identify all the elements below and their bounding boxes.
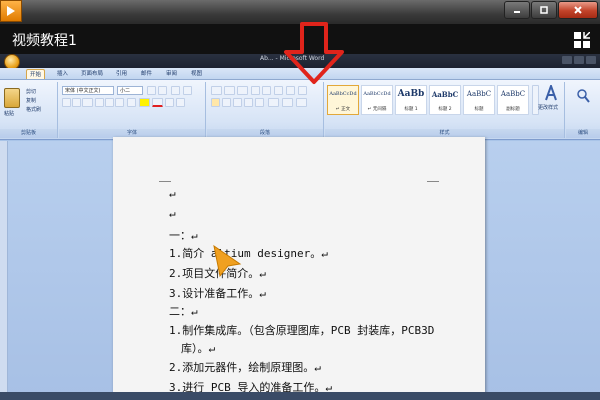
- strikethrough-button[interactable]: [95, 98, 104, 107]
- ribbon: 粘贴 剪切 复制 格式刷 剪贴板 宋体 (中文正文) 小二 字体 段落 AaBb…: [0, 80, 600, 140]
- close-button[interactable]: [558, 1, 598, 19]
- line-spacing-button[interactable]: [268, 98, 279, 107]
- margin-mark-right: [427, 181, 439, 182]
- style-heading-2[interactable]: AaBbC 标题 2: [429, 85, 461, 115]
- mouse-cursor-icon: [213, 244, 242, 278]
- clear-format-button[interactable]: [171, 86, 180, 95]
- screen: 视频教程1 Ab... - Microsoft Word 开始 插入 页面布局 …: [0, 0, 600, 400]
- video-title: 视频教程1: [12, 33, 77, 49]
- maximize-icon: [540, 6, 548, 14]
- doc-line: 3.设计准备工作。↵: [169, 287, 266, 300]
- sort-button[interactable]: [286, 86, 295, 95]
- bullets-button[interactable]: [211, 86, 222, 95]
- borders-button[interactable]: [296, 98, 307, 107]
- editing-group: 编辑: [566, 82, 600, 138]
- styles-group: AaBbCcDd ↵ 正文 AaBbCcDd ↵ 无间隔 AaBb 标题 1 A…: [325, 82, 565, 138]
- bold-button[interactable]: [62, 98, 71, 107]
- tab-mailings[interactable]: 邮件: [138, 69, 155, 79]
- minimize-icon: [514, 11, 520, 13]
- multilevel-list-button[interactable]: [237, 86, 248, 95]
- editing-label: 编辑: [566, 129, 600, 138]
- doc-line: ↵: [169, 207, 176, 220]
- style-no-spacing[interactable]: AaBbCcDd ↵ 无间隔: [361, 85, 393, 115]
- align-center-button[interactable]: [222, 98, 231, 107]
- align-right-button[interactable]: [233, 98, 242, 107]
- char-border-button[interactable]: [176, 98, 185, 107]
- find-icon[interactable]: [576, 88, 590, 106]
- increase-indent-button[interactable]: [262, 86, 271, 95]
- document-page[interactable]: ↵ ↵ 一：↵ 1.简介 altium designer。↵ 2.项目文件简介。…: [113, 137, 485, 397]
- chinese-layout-button[interactable]: [274, 86, 283, 95]
- window-controls: [504, 1, 598, 19]
- paste-label: 粘贴: [4, 111, 15, 117]
- highlight-button[interactable]: [139, 98, 150, 107]
- phonetic-button[interactable]: [183, 86, 192, 95]
- doc-line: 库）。↵: [181, 342, 216, 355]
- word-close-button[interactable]: [586, 56, 596, 64]
- decrease-indent-button[interactable]: [251, 86, 260, 95]
- align-left-button[interactable]: [211, 98, 220, 107]
- doc-line: 1.简介 altium designer。↵: [169, 247, 328, 260]
- underline-button[interactable]: [82, 98, 93, 107]
- minimize-button[interactable]: [504, 1, 530, 19]
- fullscreen-grid-icon[interactable]: [574, 32, 590, 48]
- format-painter-button[interactable]: 格式刷: [26, 106, 41, 113]
- show-marks-button[interactable]: [298, 86, 307, 95]
- word-maximize-button[interactable]: [574, 56, 584, 64]
- font-name-select[interactable]: 宋体 (中文正文): [62, 86, 114, 95]
- doc-line: ↵: [169, 187, 176, 200]
- paste-button[interactable]: [4, 88, 20, 108]
- cut-button[interactable]: 剪切: [26, 88, 36, 95]
- style-heading-1[interactable]: AaBb 标题 1: [395, 85, 427, 115]
- grow-font-button[interactable]: [147, 86, 156, 95]
- player-progress-bar[interactable]: [0, 392, 600, 400]
- superscript-button[interactable]: [115, 98, 124, 107]
- player-titlebar: [0, 0, 600, 24]
- tab-review[interactable]: 审阅: [163, 69, 180, 79]
- paragraph-group: 段落: [207, 82, 324, 138]
- style-subtitle[interactable]: AaBbC 副标题: [497, 85, 529, 115]
- close-icon: [574, 6, 582, 14]
- numbering-button[interactable]: [224, 86, 235, 95]
- app-icon[interactable]: [0, 0, 22, 22]
- subscript-button[interactable]: [105, 98, 114, 107]
- word-window-controls: [562, 56, 596, 64]
- shading-button[interactable]: [282, 98, 293, 107]
- clipboard-group: 粘贴 剪切 复制 格式刷 剪贴板: [0, 82, 58, 138]
- char-shading-button[interactable]: [165, 98, 174, 107]
- clipboard-label: 剪贴板: [0, 129, 57, 138]
- doc-line: 2.添加元器件，绘制原理图。↵: [169, 361, 321, 374]
- style-normal[interactable]: AaBbCcDd ↵ 正文: [327, 85, 359, 115]
- tab-home[interactable]: 开始: [26, 69, 46, 79]
- change-case-button[interactable]: [127, 98, 136, 107]
- tab-insert[interactable]: 插入: [54, 69, 71, 79]
- distributed-button[interactable]: [255, 98, 264, 107]
- change-styles-label: 更改样式: [538, 105, 559, 111]
- change-styles-icon[interactable]: [544, 85, 558, 101]
- tab-references[interactable]: 引用: [113, 69, 130, 79]
- italic-button[interactable]: [72, 98, 81, 107]
- maximize-button[interactable]: [531, 1, 557, 19]
- tab-page-layout[interactable]: 页面布局: [78, 69, 106, 79]
- vertical-ruler: [0, 141, 8, 400]
- style-title[interactable]: AaBbC 标题: [463, 85, 495, 115]
- tab-view[interactable]: 视图: [188, 69, 205, 79]
- doc-line: 二：↵: [169, 305, 198, 318]
- word-minimize-button[interactable]: [562, 56, 572, 64]
- font-group: 宋体 (中文正文) 小二 字体: [59, 82, 206, 138]
- doc-line: 1.制作集成库。（包含原理图库，PCB 封装库，PCB3D: [169, 324, 435, 337]
- red-down-arrow-icon: [284, 22, 344, 84]
- font-size-select[interactable]: 小二: [117, 86, 143, 95]
- doc-line: 一：↵: [169, 229, 198, 242]
- shrink-font-button[interactable]: [158, 86, 167, 95]
- font-color-button[interactable]: [152, 98, 163, 107]
- copy-button[interactable]: 复制: [26, 97, 36, 104]
- justify-button[interactable]: [244, 98, 253, 107]
- margin-mark-left: [159, 181, 171, 182]
